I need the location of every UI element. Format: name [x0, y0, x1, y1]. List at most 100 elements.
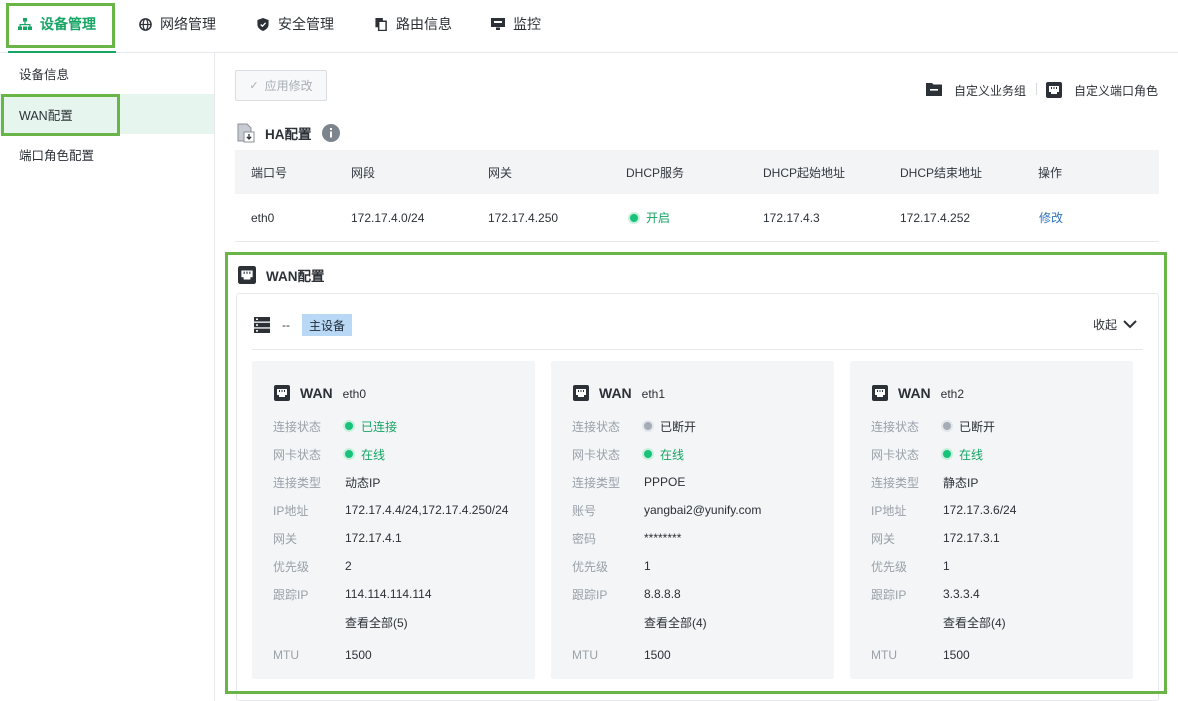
ethernet-port-icon: [274, 385, 290, 401]
kv-value: 1500: [943, 648, 970, 662]
tab-label: 网络管理: [160, 16, 216, 32]
status-text: 在线: [361, 447, 386, 462]
status-dot: [345, 422, 353, 430]
tab-network-management[interactable]: 网络管理: [138, 0, 216, 48]
kv-key: 网关: [871, 531, 896, 546]
kv-row: 网关 172.17.4.1: [273, 528, 402, 548]
kv-key: MTU: [572, 648, 598, 662]
column-header: 网关: [488, 165, 513, 180]
kv-key: 跟踪IP: [572, 587, 608, 602]
kv-row: 网关 172.17.3.1: [871, 528, 1000, 548]
kv-key: 网卡状态: [273, 447, 322, 462]
card-title: WAN eth2: [872, 385, 964, 401]
kv-value: 已连接: [345, 418, 397, 435]
kv-value: 1500: [644, 648, 671, 662]
kv-row: 优先级 2: [273, 556, 352, 576]
status-dot: [943, 422, 951, 430]
kv-key: 跟踪IP: [273, 587, 309, 602]
kv-value: 已断开: [943, 418, 995, 435]
tab-route-info[interactable]: 路由信息: [374, 0, 452, 48]
wan-label: WAN: [300, 385, 333, 401]
kv-key: 连接类型: [572, 475, 621, 490]
kv-key: 连接类型: [273, 475, 322, 490]
status-dot: [345, 450, 353, 458]
kv-row: 网卡状态 在线: [572, 444, 684, 464]
status-dot: [644, 450, 652, 458]
kv-row: 连接类型 静态IP: [871, 472, 978, 492]
kv-row: IP地址 172.17.3.6/24: [871, 500, 1016, 520]
kv-row: 优先级 1: [871, 556, 950, 576]
kv-key: IP地址: [871, 503, 907, 518]
tab-monitor[interactable]: 监控: [491, 0, 541, 48]
custom-port-role-link[interactable]: 自定义端口角色: [1046, 80, 1158, 100]
apply-label: 应用修改: [264, 79, 313, 93]
column-header: DHCP结束地址: [900, 165, 983, 180]
top-nav: 设备管理 网络管理 安全管理 路由信息 监控: [0, 0, 1178, 53]
ethernet-port-icon: [238, 266, 256, 284]
kv-key: MTU: [871, 648, 897, 662]
tab-device-management[interactable]: 设备管理: [18, 0, 96, 48]
kv-value: 172.17.3.6/24: [943, 503, 1017, 517]
wan-card-eth0: WAN eth0 连接状态 已连接 网卡状态 在线 连接类型 动态IP IP地址 172…: [252, 361, 535, 679]
wan-section-title: WAN配置: [238, 265, 325, 285]
kv-value: 172.17.4.4/24,172.17.4.250/24: [345, 503, 509, 517]
sidebar-item-device-info[interactable]: 设备信息: [0, 53, 214, 93]
edit-link[interactable]: 修改: [1039, 194, 1063, 241]
kv-row: 连接状态 已连接: [273, 416, 397, 436]
kv-row: 连接状态 已断开: [572, 416, 696, 436]
device-name: --: [282, 318, 290, 332]
kv-row: 连接类型 动态IP: [273, 472, 380, 492]
view-all-link[interactable]: 查看全部(4): [644, 614, 707, 631]
ethernet-port-icon: [872, 385, 888, 401]
ethernet-port-icon: [1046, 82, 1062, 98]
ha-table: 端口号 网段 网关 DHCP服务 DHCP起始地址 DHCP结束地址 操作 et…: [235, 150, 1159, 242]
kv-key: 密码: [572, 531, 597, 546]
check-icon: ✓: [249, 80, 259, 92]
status-dot: [644, 422, 652, 430]
kv-value: 3.3.3.4: [943, 587, 980, 601]
eth-label: eth0: [342, 387, 367, 401]
globe-icon: [138, 17, 152, 31]
table-row: eth0 172.17.4.0/24 172.17.4.250 开启 172.1…: [235, 194, 1159, 242]
kv-key: 优先级: [572, 559, 609, 574]
kv-row: 跟踪IP 114.114.114.114: [273, 584, 432, 604]
kv-key: 网卡状态: [871, 447, 920, 462]
sidebar-item-wan-config[interactable]: WAN配置: [0, 94, 214, 134]
kv-key: 网卡状态: [572, 447, 621, 462]
apply-changes-button[interactable]: ✓ 应用修改: [235, 70, 327, 101]
collapse-button[interactable]: 收起: [1093, 316, 1137, 333]
custom-group-label: 自定义业务组: [954, 83, 1027, 98]
kv-row: 跟踪IP 8.8.8.8: [572, 584, 681, 604]
view-all-link[interactable]: 查看全部(5): [345, 614, 408, 631]
wan-title: WAN配置: [266, 269, 325, 284]
status-text: 已断开: [959, 419, 996, 434]
eth-label: eth1: [641, 387, 666, 401]
column-header: 端口号: [251, 165, 288, 180]
kv-value: 在线: [943, 446, 983, 463]
kv-key: 网关: [273, 531, 298, 546]
kv-value: 172.17.3.1: [943, 531, 1000, 545]
monitor-icon: [491, 17, 505, 31]
kv-key: 连接状态: [273, 419, 322, 434]
tab-security-management[interactable]: 安全管理: [256, 0, 334, 48]
document-download-icon: [237, 123, 255, 143]
kv-row: 跟踪IP 3.3.3.4: [871, 584, 980, 604]
status-dot: [943, 450, 951, 458]
card-title: WAN eth0: [274, 385, 366, 401]
kv-value: 2: [345, 559, 352, 573]
kv-key: 优先级: [871, 559, 908, 574]
kv-value: 1: [943, 559, 950, 573]
kv-key: MTU: [273, 648, 299, 662]
sidebar-item-port-role-config[interactable]: 端口角色配置: [0, 134, 214, 174]
kv-value: 1500: [345, 648, 372, 662]
custom-port-role-label: 自定义端口角色: [1074, 83, 1159, 98]
kv-key: 跟踪IP: [871, 587, 907, 602]
custom-business-group-link[interactable]: 自定义业务组: [926, 80, 1026, 100]
view-all-link[interactable]: 查看全部(4): [943, 614, 1006, 631]
kv-row: 网卡状态 在线: [273, 444, 385, 464]
column-header: DHCP服务: [626, 165, 685, 180]
ha-section-title: HA配置: [237, 123, 340, 143]
status-text: 在线: [959, 447, 984, 462]
kv-value: 动态IP: [345, 475, 381, 490]
info-icon[interactable]: [321, 124, 340, 142]
